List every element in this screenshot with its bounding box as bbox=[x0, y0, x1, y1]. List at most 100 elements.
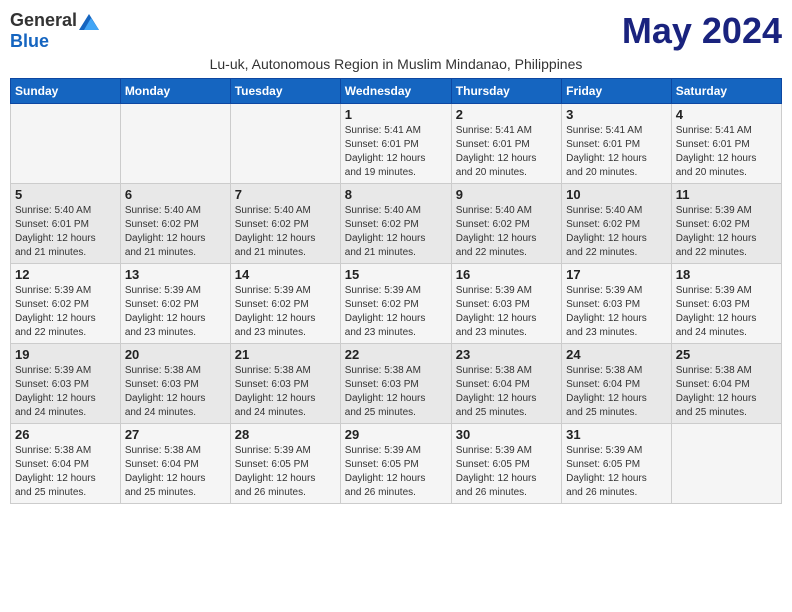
calendar-week-1: 1 Sunrise: 5:41 AM Sunset: 6:01 PM Daylig… bbox=[11, 104, 782, 184]
calendar-day: 3Sunrise: 5:41 AM Sunset: 6:01 PM Daylig… bbox=[562, 104, 672, 184]
day-info: Sunrise: 5:39 AM Sunset: 6:03 PM Dayligh… bbox=[676, 284, 777, 340]
day-info: Sunrise: 5:40 AM Sunset: 6:02 PM Dayligh… bbox=[456, 204, 557, 260]
day-info: Sunrise: 5:40 AM Sunset: 6:02 PM Dayligh… bbox=[235, 204, 336, 260]
day-number: 7 bbox=[235, 187, 336, 202]
calendar-day: 19 Sunrise: 5:39 AM Sunset: 6:03 PM Dayli… bbox=[11, 344, 121, 424]
day-info: Sunrise: 5:39 AM Sunset: 6:03 PM Dayligh… bbox=[566, 284, 667, 340]
logo-general: General bbox=[10, 10, 77, 31]
day-number: 5 bbox=[15, 187, 116, 202]
calendar-day: 9 Sunrise: 5:40 AM Sunset: 6:02 PM Daylig… bbox=[451, 184, 561, 264]
day-info: Sunrise: 5:40 AM Sunset: 6:01 PM Dayligh… bbox=[15, 204, 116, 260]
day-number: 19 bbox=[15, 347, 116, 362]
calendar-day bbox=[11, 104, 121, 184]
day-info: Sunrise: 5:41 AM Sunset: 6:01 PM Dayligh… bbox=[676, 124, 777, 180]
day-info: Sunrise: 5:39 AM Sunset: 6:02 PM Dayligh… bbox=[15, 284, 116, 340]
logo: General Blue bbox=[10, 10, 99, 52]
calendar-day: 11 Sunrise: 5:39 AM Sunset: 6:02 PM Dayli… bbox=[671, 184, 781, 264]
calendar-day: 12 Sunrise: 5:39 AM Sunset: 6:02 PM Dayli… bbox=[11, 264, 121, 344]
day-number: 8 bbox=[345, 187, 447, 202]
day-info: Sunrise: 5:38 AM Sunset: 6:04 PM Dayligh… bbox=[125, 444, 226, 500]
calendar-day: 1 Sunrise: 5:41 AM Sunset: 6:01 PM Daylig… bbox=[340, 104, 451, 184]
day-info: Sunrise: 5:41 AM Sunset: 6:01 PM Dayligh… bbox=[345, 124, 447, 180]
calendar-day: 7 Sunrise: 5:40 AM Sunset: 6:02 PM Daylig… bbox=[230, 184, 340, 264]
calendar-day: 10Sunrise: 5:40 AM Sunset: 6:02 PM Dayli… bbox=[562, 184, 672, 264]
day-number: 11 bbox=[676, 187, 777, 202]
page-header: General Blue May 2024 bbox=[10, 10, 782, 52]
day-number: 20 bbox=[125, 347, 226, 362]
day-number: 26 bbox=[15, 427, 116, 442]
day-number: 25 bbox=[676, 347, 777, 362]
calendar-day: 8 Sunrise: 5:40 AM Sunset: 6:02 PM Daylig… bbox=[340, 184, 451, 264]
day-number: 18 bbox=[676, 267, 777, 282]
calendar-day: 17 Sunrise: 5:39 AM Sunset: 6:03 PM Dayli… bbox=[562, 264, 672, 344]
day-number: 13 bbox=[125, 267, 226, 282]
calendar-week-3: 12 Sunrise: 5:39 AM Sunset: 6:02 PM Dayli… bbox=[11, 264, 782, 344]
calendar-day: 25 Sunrise: 5:38 AM Sunset: 6:04 PM Dayli… bbox=[671, 344, 781, 424]
day-number: 14 bbox=[235, 267, 336, 282]
day-info: Sunrise: 5:39 AM Sunset: 6:02 PM Dayligh… bbox=[125, 284, 226, 340]
day-number: 2 bbox=[456, 107, 557, 122]
day-number: 16 bbox=[456, 267, 557, 282]
day-number: 1 bbox=[345, 107, 447, 122]
month-title: May 2024 bbox=[622, 10, 782, 52]
day-number: 12 bbox=[15, 267, 116, 282]
logo-blue: Blue bbox=[10, 31, 49, 52]
calendar-day: 14 Sunrise: 5:39 AM Sunset: 6:02 PM Dayli… bbox=[230, 264, 340, 344]
calendar-day: 21 Sunrise: 5:38 AM Sunset: 6:03 PM Dayli… bbox=[230, 344, 340, 424]
calendar-day: 27 Sunrise: 5:38 AM Sunset: 6:04 PM Dayli… bbox=[120, 424, 230, 504]
day-number: 22 bbox=[345, 347, 447, 362]
day-number: 17 bbox=[566, 267, 667, 282]
day-info: Sunrise: 5:38 AM Sunset: 6:04 PM Dayligh… bbox=[15, 444, 116, 500]
weekday-header-friday: Friday bbox=[562, 79, 672, 104]
calendar-day: 4 Sunrise: 5:41 AM Sunset: 6:01 PM Daylig… bbox=[671, 104, 781, 184]
day-info: Sunrise: 5:39 AM Sunset: 6:03 PM Dayligh… bbox=[456, 284, 557, 340]
calendar-week-5: 26 Sunrise: 5:38 AM Sunset: 6:04 PM Dayli… bbox=[11, 424, 782, 504]
calendar-day: 31 Sunrise: 5:39 AM Sunset: 6:05 PM Dayli… bbox=[562, 424, 672, 504]
day-number: 24 bbox=[566, 347, 667, 362]
day-info: Sunrise: 5:39 AM Sunset: 6:03 PM Dayligh… bbox=[15, 364, 116, 420]
day-info: Sunrise: 5:39 AM Sunset: 6:05 PM Dayligh… bbox=[456, 444, 557, 500]
day-number: 21 bbox=[235, 347, 336, 362]
day-number: 6 bbox=[125, 187, 226, 202]
calendar-week-2: 5 Sunrise: 5:40 AM Sunset: 6:01 PM Daylig… bbox=[11, 184, 782, 264]
day-info: Sunrise: 5:40 AM Sunset: 6:02 PM Dayligh… bbox=[125, 204, 226, 260]
calendar-subtitle: Lu-uk, Autonomous Region in Muslim Minda… bbox=[10, 56, 782, 72]
day-info: Sunrise: 5:41 AM Sunset: 6:01 PM Dayligh… bbox=[566, 124, 667, 180]
day-info: Sunrise: 5:38 AM Sunset: 6:04 PM Dayligh… bbox=[676, 364, 777, 420]
calendar-day: 30 Sunrise: 5:39 AM Sunset: 6:05 PM Dayli… bbox=[451, 424, 561, 504]
day-info: Sunrise: 5:39 AM Sunset: 6:05 PM Dayligh… bbox=[345, 444, 447, 500]
calendar-day: 18 Sunrise: 5:39 AM Sunset: 6:03 PM Dayli… bbox=[671, 264, 781, 344]
day-info: Sunrise: 5:38 AM Sunset: 6:03 PM Dayligh… bbox=[125, 364, 226, 420]
calendar-day: 15Sunrise: 5:39 AM Sunset: 6:02 PM Dayli… bbox=[340, 264, 451, 344]
day-number: 30 bbox=[456, 427, 557, 442]
weekday-header-sunday: Sunday bbox=[11, 79, 121, 104]
day-number: 4 bbox=[676, 107, 777, 122]
day-number: 9 bbox=[456, 187, 557, 202]
day-info: Sunrise: 5:39 AM Sunset: 6:05 PM Dayligh… bbox=[235, 444, 336, 500]
day-info: Sunrise: 5:38 AM Sunset: 6:04 PM Dayligh… bbox=[566, 364, 667, 420]
day-number: 10 bbox=[566, 187, 667, 202]
day-info: Sunrise: 5:41 AM Sunset: 6:01 PM Dayligh… bbox=[456, 124, 557, 180]
weekday-header-saturday: Saturday bbox=[671, 79, 781, 104]
calendar-day: 26 Sunrise: 5:38 AM Sunset: 6:04 PM Dayli… bbox=[11, 424, 121, 504]
day-info: Sunrise: 5:39 AM Sunset: 6:05 PM Dayligh… bbox=[566, 444, 667, 500]
day-info: Sunrise: 5:40 AM Sunset: 6:02 PM Dayligh… bbox=[345, 204, 447, 260]
calendar-day: 29 Sunrise: 5:39 AM Sunset: 6:05 PM Dayli… bbox=[340, 424, 451, 504]
day-number: 23 bbox=[456, 347, 557, 362]
weekday-header-wednesday: Wednesday bbox=[340, 79, 451, 104]
day-number: 28 bbox=[235, 427, 336, 442]
weekday-header-monday: Monday bbox=[120, 79, 230, 104]
calendar-day: 13 Sunrise: 5:39 AM Sunset: 6:02 PM Dayli… bbox=[120, 264, 230, 344]
calendar-day: 20 Sunrise: 5:38 AM Sunset: 6:03 PM Dayli… bbox=[120, 344, 230, 424]
day-info: Sunrise: 5:39 AM Sunset: 6:02 PM Dayligh… bbox=[676, 204, 777, 260]
day-info: Sunrise: 5:39 AM Sunset: 6:02 PM Dayligh… bbox=[345, 284, 447, 340]
calendar-table: SundayMondayTuesdayWednesdayThursdayFrid… bbox=[10, 78, 782, 504]
day-info: Sunrise: 5:39 AM Sunset: 6:02 PM Dayligh… bbox=[235, 284, 336, 340]
day-info: Sunrise: 5:38 AM Sunset: 6:03 PM Dayligh… bbox=[235, 364, 336, 420]
day-number: 29 bbox=[345, 427, 447, 442]
calendar-day: 28 Sunrise: 5:39 AM Sunset: 6:05 PM Dayli… bbox=[230, 424, 340, 504]
day-number: 27 bbox=[125, 427, 226, 442]
calendar-day bbox=[230, 104, 340, 184]
calendar-day: 5 Sunrise: 5:40 AM Sunset: 6:01 PM Daylig… bbox=[11, 184, 121, 264]
day-number: 31 bbox=[566, 427, 667, 442]
